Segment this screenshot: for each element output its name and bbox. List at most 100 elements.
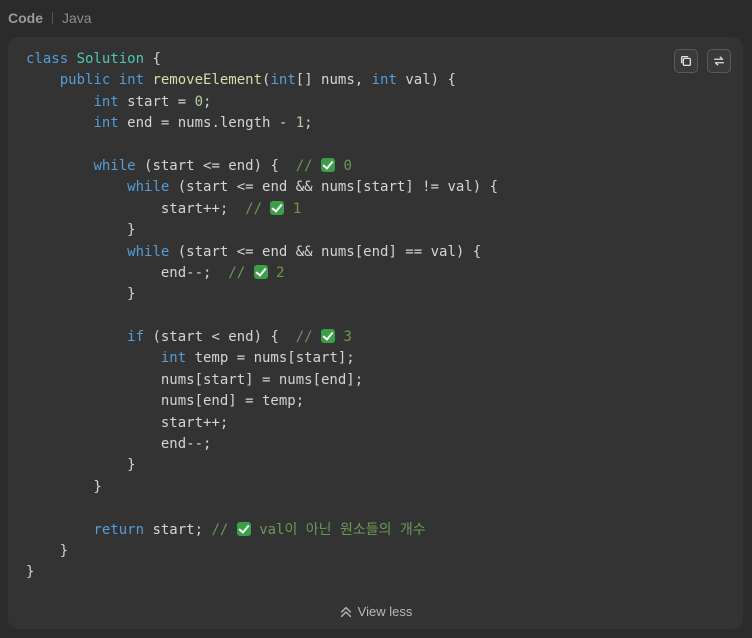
code-token: val이 아닌 원소들의 개수	[250, 521, 426, 538]
code-token: Solution	[76, 51, 145, 67]
code-token: 0	[194, 93, 204, 110]
code-token: ;	[203, 93, 212, 110]
code-token: return	[93, 521, 153, 538]
view-less-label: View less	[357, 604, 413, 619]
code-token: [] nums,	[295, 72, 372, 89]
copy-icon	[680, 55, 692, 67]
code-token: start++;	[26, 414, 229, 431]
code-token: //	[295, 157, 322, 174]
check-mark-icon	[270, 200, 285, 215]
code-token: while	[127, 243, 178, 260]
check-mark-icon	[321, 329, 336, 344]
code-token: //	[211, 521, 237, 538]
code-line: while (start <= end && nums[end] == val)…	[26, 242, 498, 263]
code-token: if	[127, 329, 153, 346]
code-token: ;	[304, 115, 313, 132]
code-token: }	[26, 457, 136, 474]
code-line: }	[26, 455, 498, 476]
swap-arrows-icon	[713, 56, 725, 66]
code-line: return start; // val이 아닌 원소들의 개수	[26, 520, 498, 541]
language-label: Java	[62, 10, 92, 26]
code-token: while	[93, 157, 145, 174]
code-token: int	[118, 72, 153, 89]
code-line: }	[26, 284, 498, 305]
code-line: int end = nums.length - 1;	[26, 113, 498, 134]
copy-button[interactable]	[674, 49, 698, 73]
code-token: }	[26, 478, 102, 495]
code-token: 1	[284, 200, 302, 217]
code-token: end = nums.length -	[127, 115, 296, 132]
code-panel: class Solution { public int removeElemen…	[8, 37, 743, 629]
code-token: temp = nums[start];	[194, 350, 355, 367]
code-token: //	[295, 329, 322, 346]
code-block: class Solution { public int removeElemen…	[26, 49, 498, 584]
code-line: end--; // 2	[26, 263, 498, 284]
code-line: start++;	[26, 413, 498, 434]
code-token: }	[26, 222, 136, 239]
swap-button[interactable]	[707, 49, 731, 73]
code-token: while	[127, 179, 178, 196]
code-actions	[674, 49, 731, 73]
code-line: if (start < end) { // 3	[26, 327, 498, 348]
code-token: end--;	[26, 436, 212, 453]
code-token: 0	[335, 157, 352, 174]
code-token: {	[144, 51, 161, 67]
code-token: nums[end] = temp;	[26, 393, 305, 410]
code-line: while (start <= end) { // 0	[26, 156, 498, 177]
code-token: (start <= end) {	[144, 157, 296, 174]
code-token: (start < end) {	[152, 329, 296, 346]
code-token: (start <= end && nums[end] == val) {	[177, 243, 482, 260]
code-token: int	[93, 115, 128, 132]
code-token: (start <= end && nums[start] != val) {	[177, 179, 499, 196]
code-header: Code Java	[8, 6, 92, 30]
code-line: }	[26, 562, 498, 583]
code-token: val) {	[405, 72, 456, 89]
code-line: }	[26, 477, 498, 498]
check-mark-icon	[321, 157, 336, 172]
code-line: nums[end] = temp;	[26, 391, 498, 412]
code-line: class Solution {	[26, 49, 498, 70]
double-chevron-up-icon	[340, 606, 351, 617]
code-token: 2	[267, 264, 285, 281]
code-token: start++;	[26, 200, 246, 217]
check-mark-icon	[253, 264, 268, 279]
code-token: class	[26, 51, 77, 67]
code-token: }	[26, 542, 69, 559]
code-token: int	[371, 72, 406, 89]
code-line: end--;	[26, 434, 498, 455]
tab-code[interactable]: Code	[8, 10, 43, 26]
code-line: start++; // 1	[26, 199, 498, 220]
code-token: int	[93, 93, 128, 110]
code-token: //	[245, 200, 271, 217]
code-line: int temp = nums[start];	[26, 348, 498, 369]
check-mark-icon	[236, 521, 251, 536]
code-line: while (start <= end && nums[start] != va…	[26, 177, 498, 198]
code-line: }	[26, 541, 498, 562]
code-line: nums[start] = nums[end];	[26, 370, 498, 391]
code-token: int	[160, 350, 195, 367]
code-token: end--;	[26, 264, 229, 281]
code-token: nums[start] = nums[end];	[26, 371, 364, 388]
code-token: }	[26, 286, 136, 303]
code-token: removeElement	[152, 72, 263, 89]
code-token: }	[26, 564, 35, 581]
view-less-button[interactable]: View less	[8, 604, 743, 619]
code-token: //	[228, 264, 254, 281]
code-line: int start = 0;	[26, 92, 498, 113]
code-line: public int removeElement(int[] nums, int…	[26, 70, 498, 91]
code-token: 3	[335, 329, 352, 346]
code-token: 1	[295, 115, 305, 132]
code-token: start =	[127, 93, 195, 110]
